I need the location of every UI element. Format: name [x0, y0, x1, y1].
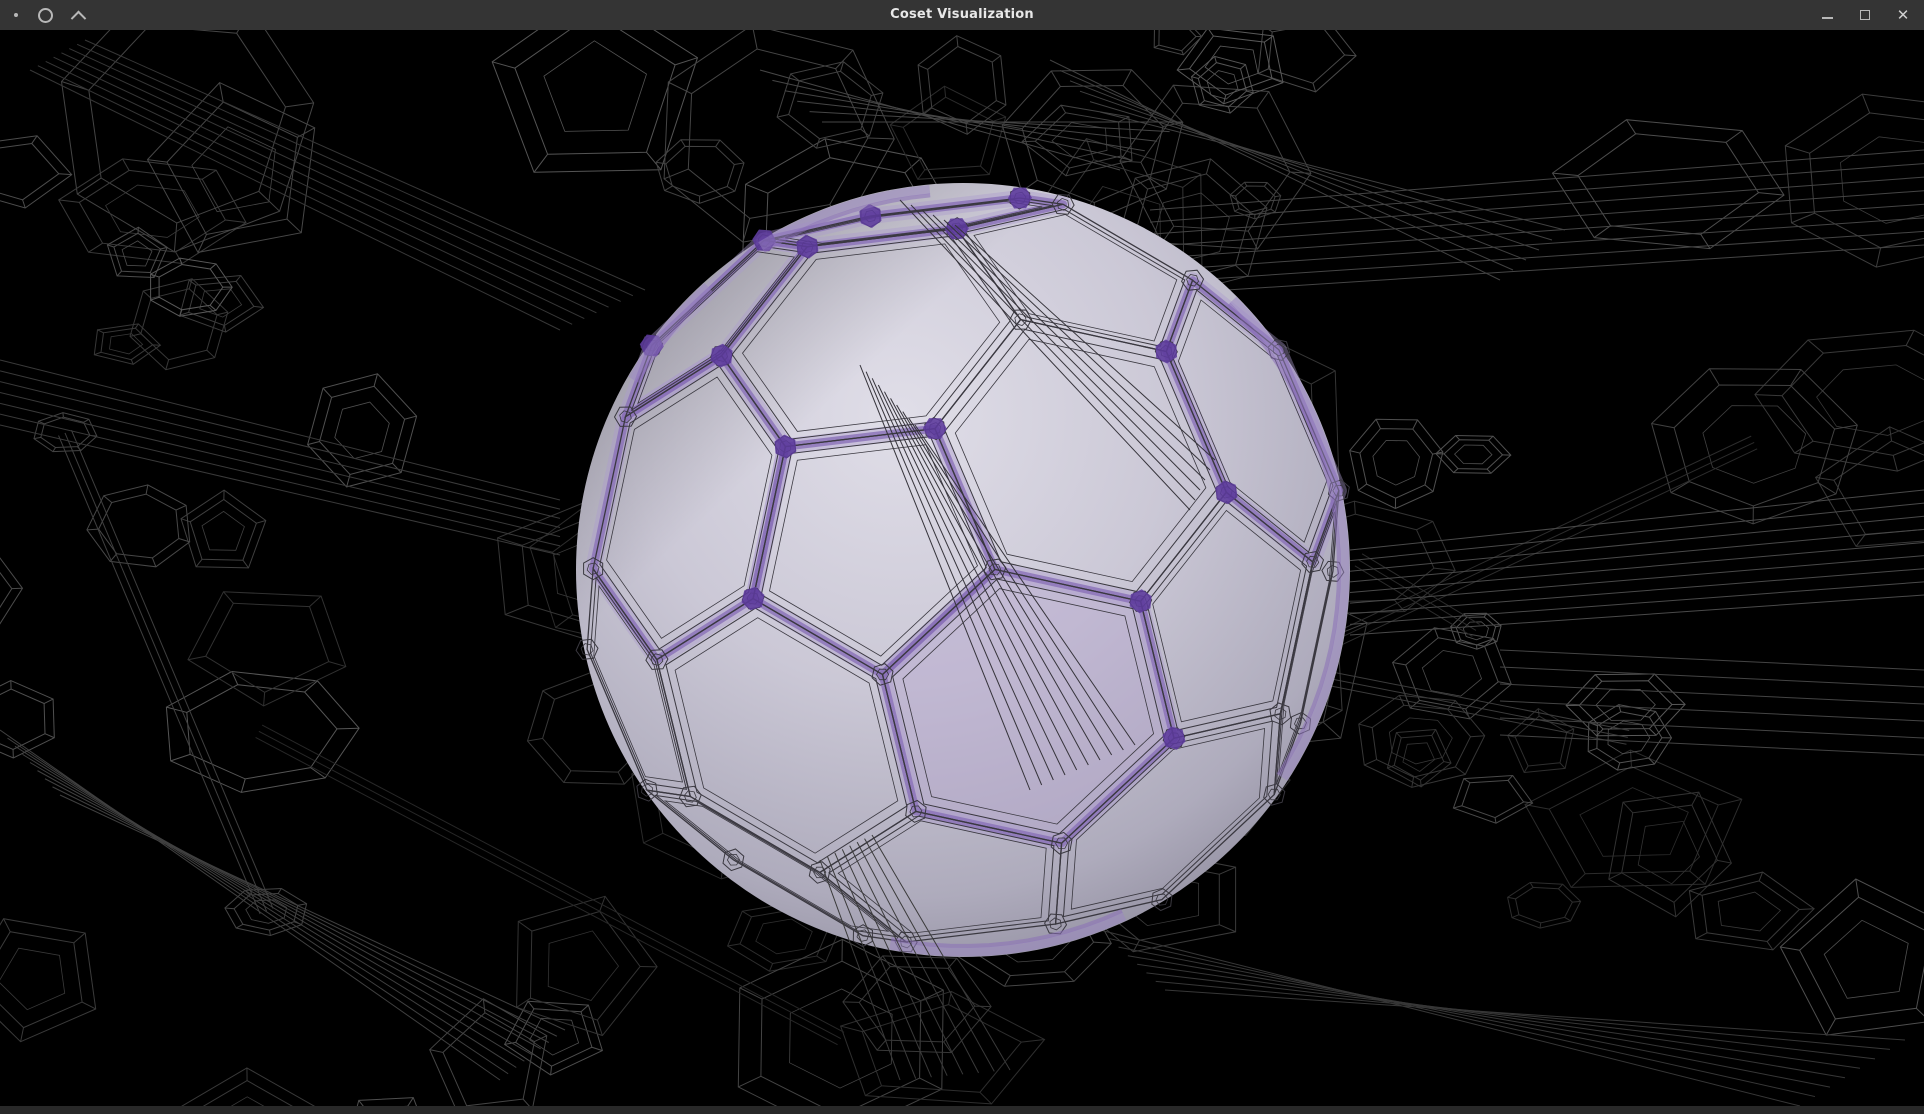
window-border-bottom [0, 1106, 1924, 1114]
chevron-up-icon[interactable] [71, 10, 87, 26]
minimize-icon [1822, 17, 1833, 19]
indicator-dot-icon [14, 13, 18, 17]
maximize-icon [1860, 10, 1870, 20]
close-button[interactable]: ✕ [1896, 8, 1910, 22]
coset-3d-viewport[interactable] [0, 30, 1924, 1106]
maximize-button[interactable] [1858, 8, 1872, 22]
record-circle-icon[interactable] [38, 8, 53, 23]
window-title: Coset Visualization [0, 0, 1924, 30]
minimize-button[interactable] [1820, 8, 1834, 22]
app-window: Coset Visualization ✕ [0, 0, 1924, 1114]
window-controls: ✕ [1820, 0, 1910, 30]
titlebar[interactable]: Coset Visualization ✕ [0, 0, 1924, 30]
titlebar-left-icons [14, 8, 84, 23]
